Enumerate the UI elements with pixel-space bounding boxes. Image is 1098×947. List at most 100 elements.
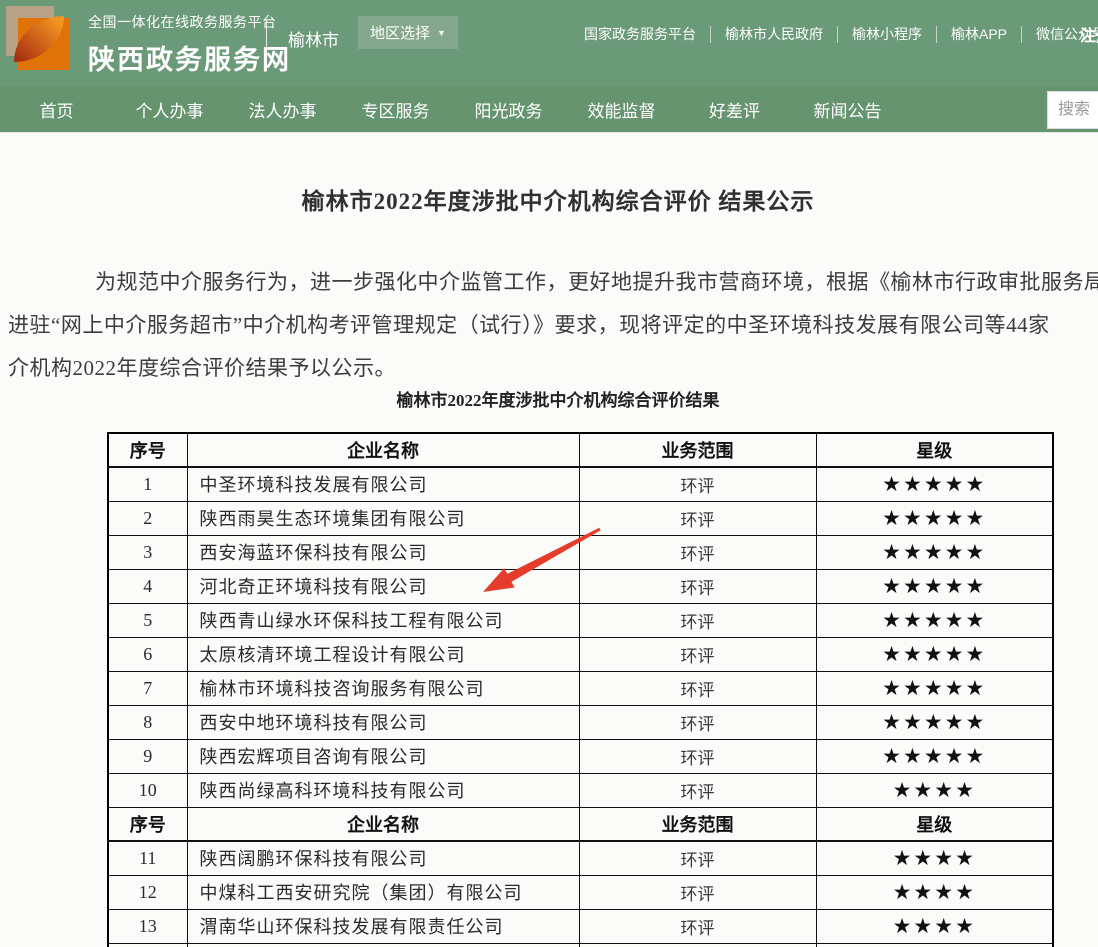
table-header-cell: 星级: [816, 807, 1053, 841]
cell-stars: ★★★★★: [816, 467, 1053, 501]
cell-name: 陕西阔鹏环保科技有限公司: [187, 841, 579, 875]
cell-no: 10: [108, 773, 187, 807]
table-row: 5陕西青山绿水环保科技工程有限公司环评★★★★★: [108, 603, 1053, 637]
cell-stars: ★★★★★: [816, 569, 1053, 603]
cell-no: 6: [108, 637, 187, 671]
paragraph-line: 为规范中介服务行为，进一步强化中介监管工作，更好地提升我市营商环境，根据《榆林市…: [95, 266, 1098, 296]
table-header-cell: 星级: [816, 433, 1053, 467]
cell-no: 12: [108, 875, 187, 909]
cell-stars: ★★★★★: [816, 637, 1053, 671]
table-row: 9陕西宏辉项目咨询有限公司环评★★★★★: [108, 739, 1053, 773]
cell-scope: 环评: [579, 535, 816, 569]
brand-block: 全国一体化在线政务服务平台 陕西政务服务网: [88, 12, 291, 77]
nav-item-首页[interactable]: 首页: [0, 97, 113, 122]
table-row: 8西安中地环境科技有限公司环评★★★★★: [108, 705, 1053, 739]
cell-name: 渭南华山环保科技发展有限责任公司: [187, 909, 579, 943]
evaluation-results-table: 序号企业名称业务范围星级1中圣环境科技发展有限公司环评★★★★★2陕西雨昊生态环…: [107, 432, 1054, 947]
cell-no: 1: [108, 467, 187, 501]
table-header-cell: 业务范围: [579, 433, 816, 467]
quick-link[interactable]: 榆林市人民政府: [711, 24, 837, 44]
cell-name: 西安中地环境科技有限公司: [187, 705, 579, 739]
table-row: 3西安海蓝环保科技有限公司环评★★★★★: [108, 535, 1053, 569]
site-logo[interactable]: [6, 6, 76, 78]
cell-no: 9: [108, 739, 187, 773]
table-row: 7榆林市环境科技咨询服务有限公司环评★★★★★: [108, 671, 1053, 705]
table-header-cell: 序号: [108, 807, 187, 841]
cell-stars: ★★★★★: [816, 501, 1053, 535]
paragraph-line: 介机构2022年度综合评价结果予以公示。: [8, 352, 396, 382]
cell-name: 西安海蓝环保科技有限公司: [187, 535, 579, 569]
current-city-label: 榆林市: [288, 26, 339, 51]
cell-no: 4: [108, 569, 187, 603]
cell-name: 河北奇正环境科技有限公司: [187, 569, 579, 603]
cell-scope: 环评: [579, 671, 816, 705]
cell-no: 13: [108, 909, 187, 943]
cell-scope: 环评: [579, 841, 816, 875]
cell-no: 11: [108, 841, 187, 875]
chevron-down-icon: ▼: [437, 28, 446, 38]
cell-name: 陕西尚绿高科环境科技有限公司: [187, 773, 579, 807]
cell-no: 2: [108, 501, 187, 535]
nav-item-新闻公告[interactable]: 新闻公告: [791, 97, 904, 122]
register-link[interactable]: 注册: [1080, 22, 1098, 46]
cell-scope: 环评: [579, 569, 816, 603]
nav-item-专区服务[interactable]: 专区服务: [339, 97, 452, 122]
cell-name: 陕西青山绿水环保科技工程有限公司: [187, 603, 579, 637]
cell-stars: ★★★★: [816, 909, 1053, 943]
table-row: 12中煤科工西安研究院（集团）有限公司环评★★★★: [108, 875, 1053, 909]
table-caption: 榆林市2022年度涉批中介机构综合评价结果: [8, 386, 1098, 411]
platform-label: 全国一体化在线政务服务平台: [88, 12, 291, 32]
cell-stars: ★★★★★: [816, 535, 1053, 569]
table-header-row: 序号企业名称业务范围星级: [108, 433, 1053, 467]
page-title: 榆林市2022年度涉批中介机构综合评价 结果公示: [8, 182, 1098, 216]
cell-stars: ★★★★: [816, 841, 1053, 875]
cell-name: 中圣环境科技发展有限公司: [187, 467, 579, 501]
table-row: 10陕西尚绿高科环境科技有限公司环评★★★★: [108, 773, 1053, 807]
cell-empty: [579, 943, 816, 947]
region-selector-label: 地区选择: [370, 22, 430, 43]
cell-stars: ★★★★★: [816, 671, 1053, 705]
table-row: 13渭南华山环保科技发展有限责任公司环评★★★★: [108, 909, 1053, 943]
cell-stars: ★★★★★: [816, 603, 1053, 637]
quick-link[interactable]: 国家政务服务平台: [570, 24, 710, 44]
quick-link[interactable]: 榆林小程序: [838, 24, 936, 44]
cell-no: 5: [108, 603, 187, 637]
cell-scope: 环评: [579, 705, 816, 739]
cell-name: 榆林市环境科技咨询服务有限公司: [187, 671, 579, 705]
region-selector-button[interactable]: 地区选择 ▼: [358, 16, 458, 49]
cell-scope: 环评: [579, 501, 816, 535]
cell-scope: 环评: [579, 773, 816, 807]
quick-links: 国家政务服务平台榆林市人民政府榆林小程序榆林APP微信公众号: [570, 24, 1098, 44]
site-name: 陕西政务服务网: [88, 38, 291, 77]
cell-no: 3: [108, 535, 187, 569]
page-content: 榆林市2022年度涉批中介机构综合评价 结果公示 为规范中介服务行为，进一步强化…: [0, 132, 1098, 947]
cell-no: 7: [108, 671, 187, 705]
table-row: 4河北奇正环境科技有限公司环评★★★★★: [108, 569, 1053, 603]
table-header-cell: 业务范围: [579, 807, 816, 841]
cell-name: 陕西宏辉项目咨询有限公司: [187, 739, 579, 773]
nav-item-法人办事[interactable]: 法人办事: [226, 97, 339, 122]
cell-stars: ★★★★★: [816, 739, 1053, 773]
announcement-document: 榆林市2022年度涉批中介机构综合评价 结果公示 为规范中介服务行为，进一步强化…: [8, 133, 1098, 947]
cell-empty: [187, 943, 579, 947]
table-header-cell: 序号: [108, 433, 187, 467]
cell-stars: ★★★★★: [816, 705, 1053, 739]
table-header-cell: 企业名称: [187, 807, 579, 841]
search-input[interactable]: [1047, 91, 1098, 129]
cell-no: 8: [108, 705, 187, 739]
quick-link[interactable]: 榆林APP: [937, 24, 1021, 44]
cell-stars: ★★★★: [816, 875, 1053, 909]
table-row: 2陕西雨昊生态环境集团有限公司环评★★★★★: [108, 501, 1053, 535]
cell-empty: [108, 943, 187, 947]
nav-item-效能监督[interactable]: 效能监督: [565, 97, 678, 122]
table-row-partial: [108, 943, 1053, 947]
cell-scope: 环评: [579, 467, 816, 501]
nav-item-阳光政务[interactable]: 阳光政务: [452, 97, 565, 122]
cell-scope: 环评: [579, 603, 816, 637]
cell-scope: 环评: [579, 875, 816, 909]
nav-item-个人办事[interactable]: 个人办事: [113, 97, 226, 122]
table-row: 6太原核清环境工程设计有限公司环评★★★★★: [108, 637, 1053, 671]
nav-item-好差评[interactable]: 好差评: [678, 97, 791, 122]
top-header-bar: 全国一体化在线政务服务平台 陕西政务服务网 榆林市 地区选择 ▼ 国家政务服务平…: [0, 0, 1098, 86]
cell-name: 陕西雨昊生态环境集团有限公司: [187, 501, 579, 535]
